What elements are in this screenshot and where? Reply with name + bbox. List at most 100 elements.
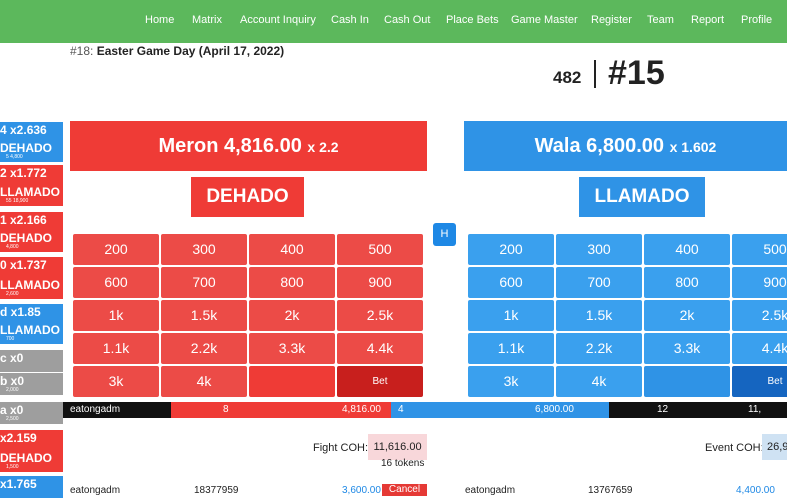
event-coh-label: Event COH: — [705, 442, 764, 454]
history-amount: 1,500 — [6, 464, 19, 470]
total-bet-count: 12 — [657, 404, 669, 415]
wala-chip[interactable]: 200 — [468, 234, 554, 265]
meron-chip[interactable]: 3.3k — [249, 333, 335, 364]
nav-profile[interactable]: Profile — [741, 14, 772, 26]
wala-chip[interactable]: 3k — [468, 366, 554, 397]
wala-chip[interactable]: 2k — [644, 300, 730, 331]
meron-chip[interactable]: 900 — [337, 267, 423, 298]
wala-chip[interactable]: 1k — [468, 300, 554, 331]
wala-banner: Wala 6,800.00 x 1.602 — [464, 121, 787, 171]
meron-status-tag: DEHADO — [191, 177, 304, 217]
meron-chip[interactable]: 500 — [337, 234, 423, 265]
history-result: 0 x1.737 — [0, 258, 47, 272]
history-item: 0 x1.737 — [0, 257, 63, 279]
nav-team[interactable]: Team — [647, 14, 674, 26]
wala-chip[interactable]: 500 — [732, 234, 787, 265]
meron-chip[interactable]: 1k — [73, 300, 159, 331]
meron-multiplier: x 2.2 — [307, 139, 339, 155]
wala-chip[interactable]: 800 — [644, 267, 730, 298]
wala-chip[interactable]: 2.5k — [732, 300, 787, 331]
history-amount: 5 4,800 — [6, 154, 23, 160]
wala-chip-empty[interactable] — [644, 366, 730, 397]
wala-chip[interactable]: 700 — [556, 267, 642, 298]
history-item: DEHADO 1,500 — [0, 450, 63, 472]
counter-divider — [594, 60, 596, 88]
row-right-ref: 13767659 — [588, 485, 633, 496]
history-result: LLAMADO — [0, 185, 60, 199]
meron-chip[interactable]: 700 — [161, 267, 247, 298]
meron-chip[interactable]: 2k — [249, 300, 335, 331]
history-result: 4 x2.636 — [0, 123, 47, 137]
top-nav: Home Matrix Account Inquiry Cash In Cash… — [0, 0, 787, 43]
meron-chip-grid: 200 300 400 500 600 700 800 900 1k 1.5k 2k 2.5k 1.1k… — [73, 234, 423, 397]
row-left-user: eatongadm — [70, 485, 121, 496]
nav-home[interactable]: Home — [145, 14, 174, 26]
meron-chip[interactable]: 2.5k — [337, 300, 423, 331]
fight-coh-label: Fight COH: — [313, 442, 369, 454]
meron-bet-button[interactable]: Bet — [337, 366, 423, 397]
nav-register[interactable]: Register — [591, 14, 632, 26]
h-button[interactable]: H — [433, 223, 456, 246]
history-item: c x0 — [0, 350, 63, 372]
totals-bar: eatongadm 8 4,816.00 4 6,800.00 12 11, — [63, 402, 787, 418]
event-title: #18: Easter Game Day (April 17, 2022) — [70, 44, 284, 58]
wala-chip[interactable]: 4k — [556, 366, 642, 397]
wala-chip[interactable]: 600 — [468, 267, 554, 298]
fight-coh-value: 11,616.00 — [368, 434, 427, 460]
meron-chip[interactable]: 1.5k — [161, 300, 247, 331]
history-result: a x0 — [0, 403, 24, 417]
history-result: DEHADO — [0, 451, 53, 465]
nav-account-inquiry[interactable]: Account Inquiry — [240, 14, 316, 26]
cancel-button[interactable]: Cancel — [382, 484, 427, 496]
history-result: x2.159 — [0, 431, 37, 445]
wala-bet-count: 4 — [398, 404, 404, 415]
history-item: x1.765 — [0, 476, 63, 498]
nav-report[interactable]: Report — [691, 14, 724, 26]
totals-user: eatongadm — [63, 402, 171, 418]
meron-total: Meron 4,816.00 — [158, 135, 302, 157]
wala-chip[interactable]: 3.3k — [644, 333, 730, 364]
event-number: #18: — [70, 44, 94, 58]
history-item: LLAMADO 55 18,900 — [0, 184, 63, 206]
nav-cash-out[interactable]: Cash Out — [384, 14, 430, 26]
meron-chip[interactable]: 200 — [73, 234, 159, 265]
nav-game-master[interactable]: Game Master — [511, 14, 578, 26]
meron-chip[interactable]: 2.2k — [161, 333, 247, 364]
wala-chip[interactable]: 900 — [732, 267, 787, 298]
meron-chip[interactable]: 600 — [73, 267, 159, 298]
wala-chip[interactable]: 2.2k — [556, 333, 642, 364]
wala-chip[interactable]: 4.4k — [732, 333, 787, 364]
totals-meron: 8 4,816.00 — [171, 402, 391, 418]
meron-chip[interactable]: 3k — [73, 366, 159, 397]
history-item: a x0 2,500 — [0, 402, 63, 424]
wala-multiplier: x 1.602 — [669, 139, 717, 155]
meron-chip[interactable]: 1.1k — [73, 333, 159, 364]
history-result: b x0 — [0, 374, 25, 388]
row-left-amount: 3,600.00 — [342, 485, 381, 496]
history-result: c x0 — [0, 351, 24, 365]
meron-chip-empty[interactable] — [249, 366, 335, 397]
history-item: LLAMADO 2,600 — [0, 277, 63, 299]
nav-matrix[interactable]: Matrix — [192, 14, 222, 26]
meron-chip[interactable]: 400 — [249, 234, 335, 265]
fight-number: #15 — [608, 54, 665, 92]
wala-chip[interactable]: 1.5k — [556, 300, 642, 331]
wala-total: Wala 6,800.00 — [534, 135, 665, 157]
bet-count: 482 — [553, 68, 582, 87]
nav-place-bets[interactable]: Place Bets — [446, 14, 499, 26]
meron-chip[interactable]: 4k — [161, 366, 247, 397]
event-name: Easter Game Day (April 17, 2022) — [96, 44, 285, 58]
nav-cash-in[interactable]: Cash In — [331, 14, 369, 26]
meron-chip[interactable]: 800 — [249, 267, 335, 298]
wala-bet-button[interactable]: Bet — [732, 366, 787, 397]
wala-bet-total: 6,800.00 — [535, 404, 574, 415]
wala-chip[interactable]: 400 — [644, 234, 730, 265]
wala-chip[interactable]: 1.1k — [468, 333, 554, 364]
meron-chip[interactable]: 4.4k — [337, 333, 423, 364]
wala-chip-grid: 200 300 400 500 600 700 800 900 1k 1.5k 2k 2.5k 1.1k… — [468, 234, 787, 397]
row-left-ref: 18377959 — [194, 485, 239, 496]
wala-chip[interactable]: 300 — [556, 234, 642, 265]
meron-chip[interactable]: 300 — [161, 234, 247, 265]
totals-wala: 4 6,800.00 — [391, 402, 609, 418]
history-item: DEHADO 4,800 — [0, 230, 63, 252]
